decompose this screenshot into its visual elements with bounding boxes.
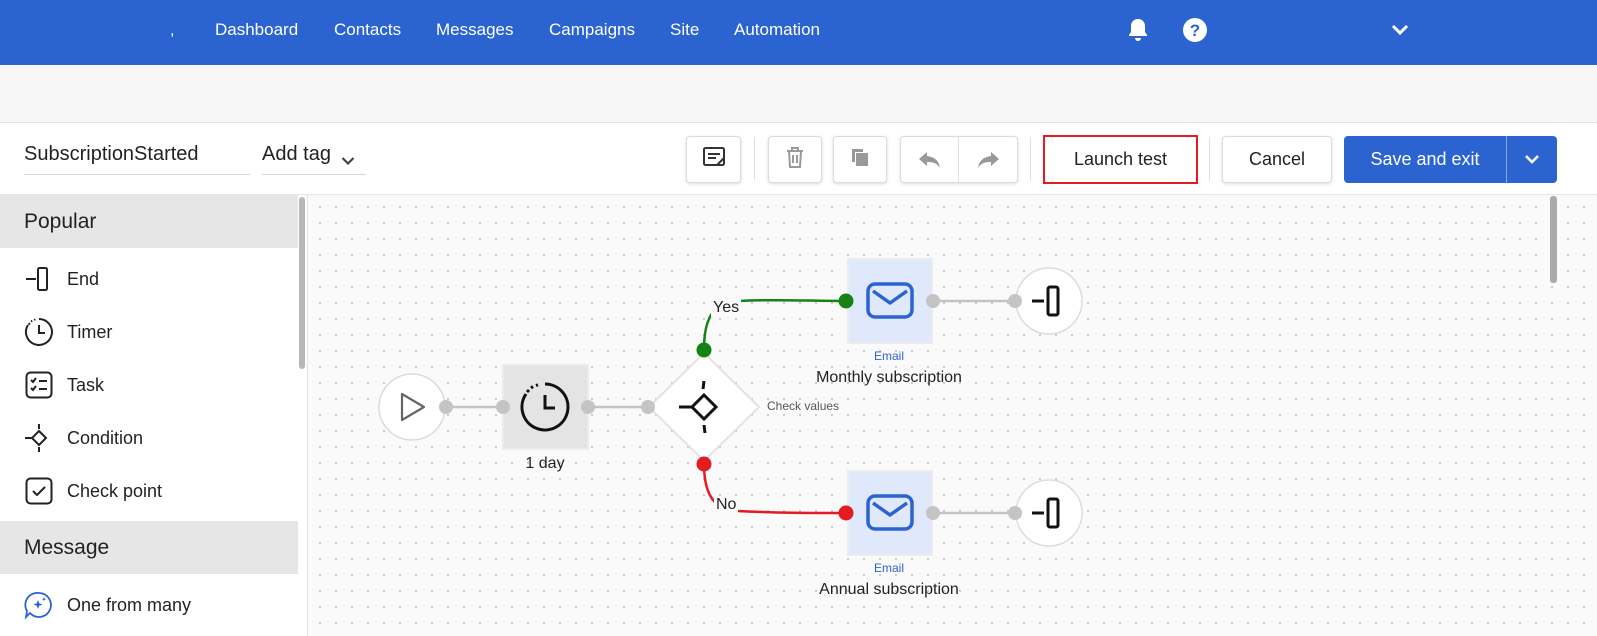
email-top-type: Email <box>873 349 905 363</box>
end-top-input-port[interactable] <box>1008 294 1022 308</box>
end-icon <box>24 264 54 294</box>
save-and-exit-button[interactable]: Save and exit <box>1344 136 1506 183</box>
section-message-heading: Message <box>0 521 298 574</box>
flow-name-input[interactable]: SubscriptionStarted <box>24 143 250 175</box>
nav-messages[interactable]: Messages <box>436 20 513 40</box>
start-output-port[interactable] <box>439 400 453 414</box>
sidebar-scrollbar-thumb[interactable] <box>299 197 305 369</box>
palette-item-label: Timer <box>67 321 113 342</box>
email-node-annual[interactable] <box>847 470 933 556</box>
palette-item-label: Check point <box>67 480 163 501</box>
palette-item-task[interactable]: Task <box>0 360 298 410</box>
timer-input-port[interactable] <box>496 400 510 414</box>
note-icon <box>702 146 726 173</box>
end-node-top[interactable] <box>1015 267 1083 335</box>
palette-item-timer[interactable]: Timer <box>0 307 298 357</box>
flow-canvas[interactable]: Yes No Check values 1 day Email Monthly … <box>308 195 1597 636</box>
top-navigation: , Dashboard Contacts Messages Campaigns … <box>0 0 1597 65</box>
bell-icon[interactable] <box>1124 16 1152 44</box>
redo-button[interactable] <box>959 137 1017 182</box>
nav-logo-mark: , <box>170 22 175 39</box>
condition-caption: Check values <box>767 399 840 413</box>
editor-toolbar: SubscriptionStarted Add tag Launch test … <box>0 123 1597 195</box>
email-bottom-type: Email <box>873 561 905 575</box>
section-popular-heading: Popular <box>0 195 298 248</box>
svg-text:?: ? <box>1190 21 1200 40</box>
block-palette-sidebar: Popular End Timer Task Condition Check p… <box>0 195 308 636</box>
nav-campaigns[interactable]: Campaigns <box>549 20 635 40</box>
sparkle-chat-icon <box>24 590 54 620</box>
email-bottom-name: Annual subscription <box>819 581 959 598</box>
save-options-dropdown[interactable] <box>1507 136 1557 183</box>
palette-item-label: Task <box>67 374 105 395</box>
undo-redo-group <box>900 136 1018 183</box>
notes-button[interactable] <box>686 136 741 183</box>
toolbar-divider <box>1030 137 1031 181</box>
copy-icon <box>849 146 871 173</box>
palette-item-end[interactable]: End <box>0 254 298 304</box>
condition-input-port[interactable] <box>641 400 655 414</box>
task-icon <box>24 370 54 400</box>
yes-branch-label: Yes <box>711 299 742 317</box>
email-top-name: Monthly subscription <box>816 369 962 386</box>
checkpoint-icon <box>24 476 54 506</box>
chevron-down-icon <box>1525 155 1539 164</box>
timer-node[interactable] <box>502 364 589 450</box>
flow-diagram <box>378 258 1083 556</box>
end-bottom-input-port[interactable] <box>1008 506 1022 520</box>
save-and-exit-button-group: Save and exit <box>1344 136 1557 183</box>
condition-no-port[interactable] <box>696 456 712 472</box>
email-bottom-input-port[interactable] <box>838 505 854 521</box>
start-node[interactable] <box>378 373 446 441</box>
palette-item-label: End <box>67 268 100 289</box>
palette-item-one-from-many[interactable]: One from many <box>0 580 298 630</box>
delete-button[interactable] <box>768 136 822 183</box>
trash-icon <box>784 145 806 174</box>
email-node-monthly[interactable] <box>847 258 933 344</box>
sub-header-bar <box>0 65 1597 123</box>
end-node-bottom[interactable] <box>1015 479 1083 547</box>
canvas-scrollbar-thumb[interactable] <box>1550 196 1557 283</box>
redo-icon <box>978 151 999 168</box>
chevron-down-icon <box>341 149 355 172</box>
email-bottom-output-port[interactable] <box>926 506 940 520</box>
condition-node[interactable] <box>647 351 761 463</box>
palette-item-label: Condition <box>67 427 144 448</box>
no-branch-label: No <box>714 496 739 514</box>
condition-yes-port[interactable] <box>696 342 712 358</box>
add-tag-label: Add tag <box>262 143 331 165</box>
toolbar-divider <box>754 137 755 181</box>
account-chevron-down-icon[interactable] <box>1386 16 1414 44</box>
timer-output-port[interactable] <box>581 400 595 414</box>
timer-duration-label: 1 day <box>525 455 565 472</box>
cancel-button[interactable]: Cancel <box>1222 136 1332 183</box>
nav-automation[interactable]: Automation <box>734 20 820 40</box>
copy-button[interactable] <box>833 136 887 183</box>
launch-test-button[interactable]: Launch test <box>1043 135 1198 184</box>
add-tag-select[interactable]: Add tag <box>262 143 366 175</box>
palette-item-check-point[interactable]: Check point <box>0 466 298 516</box>
undo-button[interactable] <box>901 137 959 182</box>
nav-dashboard[interactable]: Dashboard <box>215 20 298 40</box>
condition-icon <box>24 423 54 453</box>
help-icon[interactable]: ? <box>1181 16 1209 44</box>
toolbar-divider <box>1209 137 1210 181</box>
palette-item-condition[interactable]: Condition <box>0 413 298 463</box>
sidebar-scrollbar[interactable] <box>298 195 306 636</box>
palette-item-label: One from many <box>67 594 192 615</box>
nav-site[interactable]: Site <box>670 20 699 40</box>
canvas-scrollbar[interactable] <box>1549 196 1558 636</box>
email-top-input-port[interactable] <box>838 293 854 309</box>
email-top-output-port[interactable] <box>926 294 940 308</box>
undo-icon <box>918 151 940 168</box>
timer-icon <box>24 317 54 347</box>
nav-contacts[interactable]: Contacts <box>334 20 401 40</box>
